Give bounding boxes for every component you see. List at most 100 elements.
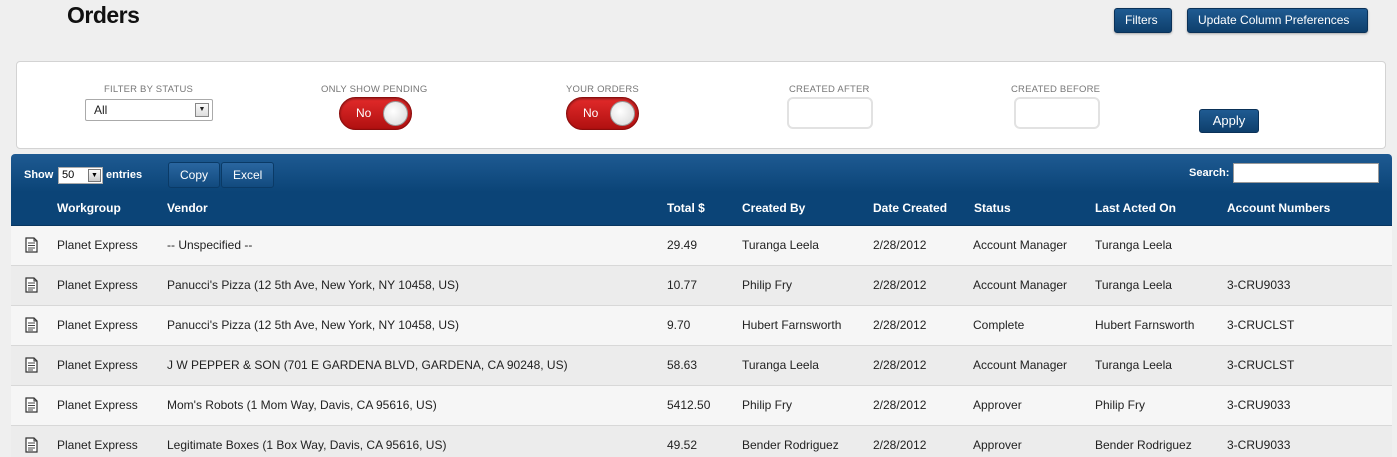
column-header-created-by[interactable]: Created By	[742, 201, 805, 215]
cell-total: 49.52	[667, 438, 698, 452]
cell-vendor: -- Unspecified --	[167, 238, 253, 252]
created-before-label: CREATED BEFORE	[1011, 84, 1101, 95]
cell-status: Account Manager	[973, 358, 1068, 372]
cell-created-by: Philip Fry	[742, 398, 793, 412]
show-label: Show	[24, 169, 54, 181]
filter-panel: FILTER BY STATUS All ▼ ONLY SHOW PENDING…	[16, 61, 1386, 149]
cell-account-numbers: 3-CRU9033	[1227, 438, 1291, 452]
cell-status: Account Manager	[973, 238, 1068, 252]
your-orders-toggle[interactable]: No	[566, 97, 639, 130]
cell-last-acted-on: Turanga Leela	[1095, 278, 1172, 292]
cell-vendor: J W PEPPER & SON (701 E GARDENA BLVD, GA…	[167, 358, 568, 372]
cell-created-by: Turanga Leela	[742, 238, 819, 252]
cell-date-created: 2/28/2012	[873, 358, 927, 372]
cell-total: 10.77	[667, 278, 698, 292]
document-icon[interactable]	[25, 437, 38, 453]
created-after-label: CREATED AFTER	[789, 84, 870, 95]
entries-label: entries	[106, 169, 143, 181]
update-column-preferences-button[interactable]: Update Column Preferences	[1187, 8, 1368, 33]
cell-date-created: 2/28/2012	[873, 398, 927, 412]
orders-table: Show 50 ▼ entries Copy Excel Search: Wor…	[11, 154, 1392, 457]
cell-workgroup: Planet Express	[57, 438, 138, 452]
search-label: Search:	[1189, 167, 1230, 179]
cell-date-created: 2/28/2012	[873, 438, 927, 452]
pending-label: ONLY SHOW PENDING	[321, 84, 428, 95]
cell-status: Account Manager	[973, 278, 1068, 292]
cell-date-created: 2/28/2012	[873, 318, 927, 332]
cell-created-by: Hubert Farnsworth	[742, 318, 842, 332]
cell-total: 5412.50	[667, 398, 711, 412]
chevron-down-icon: ▼	[195, 103, 209, 117]
search-input[interactable]	[1233, 163, 1379, 183]
column-header-total[interactable]: Total $	[667, 201, 705, 215]
entries-value: 50	[62, 169, 75, 181]
cell-workgroup: Planet Express	[57, 358, 138, 372]
excel-button[interactable]: Excel	[221, 162, 275, 188]
page-title: Orders	[67, 2, 140, 28]
table-row[interactable]: Planet Express Panucci's Pizza (12 5th Av…	[11, 266, 1392, 306]
column-header-date-created[interactable]: Date Created	[873, 201, 947, 215]
cell-account-numbers: 3-CRU9033	[1227, 398, 1291, 412]
filter-status-label: FILTER BY STATUS	[104, 84, 194, 95]
toggle-knob	[610, 101, 635, 126]
cell-total: 9.70	[667, 318, 691, 332]
created-before-input[interactable]	[1014, 97, 1100, 129]
created-after-input[interactable]	[787, 97, 873, 129]
cell-workgroup: Planet Express	[57, 318, 138, 332]
status-select[interactable]: All ▼	[85, 99, 213, 121]
cell-created-by: Bender Rodriguez	[742, 438, 839, 452]
apply-button[interactable]: Apply	[1199, 109, 1259, 133]
cell-last-acted-on: Philip Fry	[1095, 398, 1146, 412]
table-row[interactable]: Planet Express Panucci's Pizza (12 5th Av…	[11, 306, 1392, 346]
cell-workgroup: Planet Express	[57, 398, 138, 412]
toggle-knob	[383, 101, 408, 126]
document-icon[interactable]	[25, 317, 38, 333]
cell-workgroup: Planet Express	[57, 238, 138, 252]
table-row[interactable]: Planet Express -- Unspecified -- 29.49 Tura…	[11, 226, 1392, 266]
cell-account-numbers: 3-CRUCLST	[1227, 318, 1295, 332]
cell-workgroup: Planet Express	[57, 278, 138, 292]
pending-toggle-label: No	[356, 106, 372, 120]
cell-vendor: Legitimate Boxes (1 Box Way, Davis, CA 9…	[167, 438, 447, 452]
table-row[interactable]: Planet Express J W PEPPER & SON (701 E GA…	[11, 346, 1392, 386]
table-header: Workgroup Vendor Total $ Created By Date…	[11, 192, 1392, 226]
table-row[interactable]: Planet Express Mom's Robots (1 Mom Way, D…	[11, 386, 1392, 426]
cell-last-acted-on: Turanga Leela	[1095, 358, 1172, 372]
cell-total: 58.63	[667, 358, 698, 372]
copy-button[interactable]: Copy	[168, 162, 221, 188]
column-header-vendor[interactable]: Vendor	[167, 201, 208, 215]
cell-total: 29.49	[667, 238, 698, 252]
cell-account-numbers: 3-CRU9033	[1227, 278, 1291, 292]
cell-last-acted-on: Bender Rodriguez	[1095, 438, 1192, 452]
cell-vendor: Panucci's Pizza (12 5th Ave, New York, N…	[167, 318, 460, 332]
table-row[interactable]: Planet Express Legitimate Boxes (1 Box Wa…	[11, 426, 1392, 457]
your-orders-toggle-label: No	[583, 106, 599, 120]
cell-created-by: Turanga Leela	[742, 358, 819, 372]
entries-select[interactable]: 50 ▼	[58, 167, 103, 184]
status-select-value: All	[94, 103, 108, 117]
column-header-account-numbers[interactable]: Account Numbers	[1227, 201, 1330, 215]
column-header-status[interactable]: Status	[974, 201, 1011, 215]
cell-status: Approver	[973, 398, 1022, 412]
document-icon[interactable]	[25, 357, 38, 373]
column-header-last-acted-on[interactable]: Last Acted On	[1095, 201, 1176, 215]
cell-date-created: 2/28/2012	[873, 278, 927, 292]
document-icon[interactable]	[25, 277, 38, 293]
document-icon[interactable]	[25, 237, 38, 253]
your-orders-label: YOUR ORDERS	[566, 84, 639, 95]
chevron-down-icon: ▼	[88, 169, 101, 182]
document-icon[interactable]	[25, 397, 38, 413]
table-toolbar: Show 50 ▼ entries Copy Excel Search:	[11, 154, 1392, 192]
column-header-workgroup[interactable]: Workgroup	[57, 201, 121, 215]
cell-date-created: 2/28/2012	[873, 238, 927, 252]
cell-last-acted-on: Turanga Leela	[1095, 238, 1172, 252]
filters-button[interactable]: Filters	[1114, 8, 1172, 33]
cell-vendor: Mom's Robots (1 Mom Way, Davis, CA 95616…	[167, 398, 437, 412]
cell-last-acted-on: Hubert Farnsworth	[1095, 318, 1195, 332]
cell-account-numbers: 3-CRUCLST	[1227, 358, 1295, 372]
cell-vendor: Panucci's Pizza (12 5th Ave, New York, N…	[167, 278, 460, 292]
cell-status: Complete	[973, 318, 1025, 332]
pending-toggle[interactable]: No	[339, 97, 412, 130]
cell-status: Approver	[973, 438, 1022, 452]
cell-created-by: Philip Fry	[742, 278, 793, 292]
